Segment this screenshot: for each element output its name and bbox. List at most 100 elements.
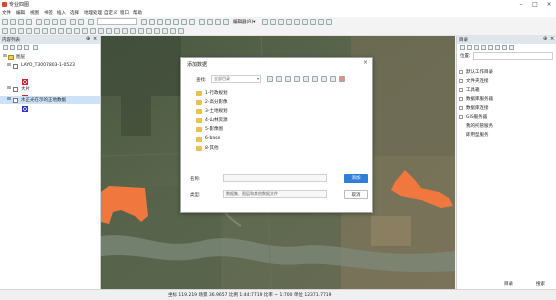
- text-icon[interactable]: [223, 18, 229, 25]
- up-icon[interactable]: [474, 45, 479, 50]
- globe-icon[interactable]: [178, 27, 184, 34]
- home-folder-icon[interactable]: [481, 45, 486, 50]
- collapse-icon[interactable]: ⊟: [7, 86, 11, 91]
- zoom-out-icon[interactable]: [10, 27, 16, 34]
- copy-icon[interactable]: [44, 18, 50, 25]
- list-by-source-icon[interactable]: [10, 45, 15, 50]
- pin-icon[interactable]: ⊕: [543, 36, 547, 42]
- new-folder-icon[interactable]: [321, 76, 327, 82]
- full-extent-icon[interactable]: [26, 27, 32, 34]
- catalog-tree-item[interactable]: 文件夹连接: [466, 78, 489, 84]
- endpoint-arc-icon[interactable]: [286, 18, 292, 25]
- expand-icon[interactable]: [459, 97, 463, 101]
- fixed-zoom-out-icon[interactable]: [42, 27, 48, 34]
- type-select[interactable]: 数据集、图层和其他数据文件: [223, 190, 327, 198]
- layer-visibility-checkbox[interactable]: [13, 97, 18, 103]
- layer-row[interactable]: ⊟ LAYO_T3007803-1-0523: [0, 62, 100, 70]
- up-one-level-icon[interactable]: [267, 76, 273, 82]
- menu-select[interactable]: 选择: [70, 10, 79, 16]
- folder-item[interactable]: 3-土地规划: [196, 107, 336, 116]
- back-extent-icon[interactable]: [50, 27, 56, 34]
- fixed-zoom-in-icon[interactable]: [34, 27, 40, 34]
- details-view-icon[interactable]: [312, 76, 318, 82]
- catalog-close-icon[interactable]: ×: [550, 36, 554, 42]
- connect-folder-icon[interactable]: [488, 45, 493, 50]
- catalog-tree-item[interactable]: 我的托管服务: [466, 123, 493, 129]
- swipe-icon[interactable]: [154, 27, 160, 34]
- zoom-in-icon[interactable]: [2, 27, 8, 34]
- expand-icon[interactable]: [459, 88, 463, 92]
- draw-icon[interactable]: [207, 18, 213, 25]
- create-features-icon[interactable]: [326, 18, 332, 25]
- pan-icon[interactable]: [18, 27, 24, 34]
- menu-file[interactable]: 文件: [2, 10, 11, 16]
- folder-item[interactable]: 1-行政规划: [196, 89, 336, 98]
- open-icon[interactable]: [10, 18, 16, 25]
- collapse-icon[interactable]: ⊟: [7, 63, 11, 68]
- tab-catalog[interactable]: 目录: [504, 281, 513, 287]
- back-icon[interactable]: [460, 45, 465, 50]
- find-icon[interactable]: [98, 27, 104, 34]
- layers-root[interactable]: ⊟ 图层: [0, 53, 100, 61]
- expand-icon[interactable]: [459, 115, 463, 119]
- effects-icon[interactable]: [170, 27, 176, 34]
- graphics-icon[interactable]: [215, 18, 221, 25]
- menu-edit[interactable]: 编辑: [16, 10, 25, 16]
- polygon-feature-left[interactable]: [101, 186, 149, 228]
- html-popup-icon[interactable]: [130, 27, 136, 34]
- folder-connect-icon[interactable]: [285, 76, 291, 82]
- attributes-icon[interactable]: [310, 18, 316, 25]
- list-view-icon[interactable]: [303, 76, 309, 82]
- folder-item[interactable]: 8-其他: [196, 144, 336, 153]
- layer-row[interactable]: ⊟ 大片: [0, 85, 100, 93]
- time-slider-icon[interactable]: [138, 27, 144, 34]
- menu-insert[interactable]: 插入: [57, 10, 66, 16]
- collapse-icon[interactable]: ⊟: [3, 54, 7, 59]
- add-data-icon[interactable]: [88, 18, 94, 25]
- folder-item[interactable]: 2-高分影像: [196, 98, 336, 107]
- expand-icon[interactable]: [459, 70, 463, 74]
- python-icon[interactable]: [181, 18, 187, 25]
- straight-segment-icon[interactable]: [270, 18, 276, 25]
- undo-icon[interactable]: [70, 18, 76, 25]
- connect-database-icon[interactable]: [330, 76, 336, 82]
- catalog-tree-item[interactable]: 工具箱: [466, 87, 480, 93]
- menu-customize[interactable]: 自定义: [104, 10, 118, 16]
- remove-icon[interactable]: [339, 76, 345, 82]
- expand-icon[interactable]: [459, 79, 463, 83]
- identify-icon[interactable]: [90, 27, 96, 34]
- redo-icon[interactable]: [78, 18, 84, 25]
- toggle-contents-icon[interactable]: [294, 76, 300, 82]
- cancel-button[interactable]: 取消: [344, 190, 368, 199]
- expand-icon[interactable]: [459, 106, 463, 110]
- trace-icon[interactable]: [278, 18, 284, 25]
- save-icon[interactable]: [18, 18, 24, 25]
- list-by-visibility-icon[interactable]: [17, 45, 22, 50]
- catalog-tree-item[interactable]: 即用型服务: [466, 132, 489, 138]
- home-icon[interactable]: [276, 76, 282, 82]
- select-elements-icon[interactable]: [82, 27, 88, 34]
- name-input[interactable]: [223, 174, 327, 182]
- folder-item[interactable]: 5-影像图: [196, 125, 336, 134]
- pin-icon[interactable]: ⊕: [86, 36, 90, 42]
- menu-view[interactable]: 视图: [30, 10, 39, 16]
- folder-item[interactable]: 6-base: [196, 135, 336, 144]
- edit-tool-icon[interactable]: [262, 18, 268, 25]
- hyperlink-icon[interactable]: [122, 27, 128, 34]
- table-icon[interactable]: [149, 18, 155, 25]
- sketch-properties-icon[interactable]: [318, 18, 324, 25]
- menu-geoprocessing[interactable]: 地理处理: [84, 10, 102, 16]
- layer-visibility-checkbox[interactable]: [13, 86, 18, 92]
- editor-menu[interactable]: 编辑器(R)▾: [233, 19, 255, 25]
- catalog-tree-item[interactable]: 数据库服务器: [466, 96, 493, 102]
- forward-icon[interactable]: [467, 45, 472, 50]
- polygon-feature-right[interactable]: [391, 168, 455, 210]
- close-icon[interactable]: ×: [542, 0, 556, 9]
- new-icon[interactable]: [2, 18, 8, 25]
- options-icon[interactable]: [509, 45, 514, 50]
- folder-item[interactable]: 4-山林资源: [196, 116, 336, 125]
- location-input[interactable]: [473, 52, 553, 60]
- layer-visibility-checkbox[interactable]: [13, 63, 18, 69]
- editor-toolbar-icon[interactable]: [141, 18, 147, 25]
- add-button[interactable]: 添加: [344, 174, 368, 183]
